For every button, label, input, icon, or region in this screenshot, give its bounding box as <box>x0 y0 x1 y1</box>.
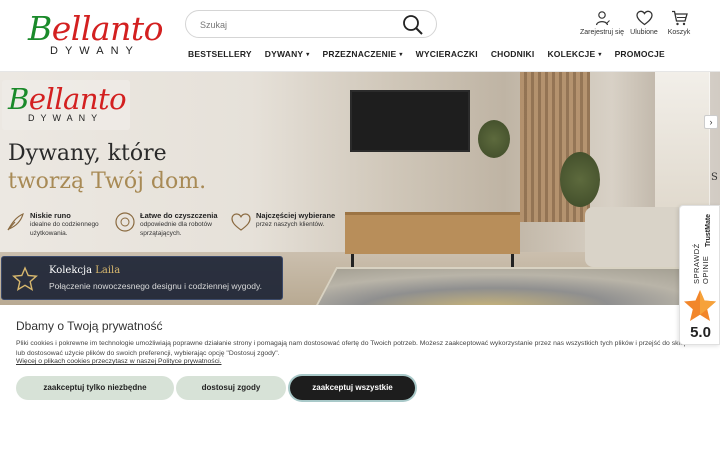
trustmate-label: SPRAWDŹ OPINIE TrustMate <box>684 214 718 284</box>
site-header: Bellanto DYWANY Zarejestruj się Ulubione… <box>0 0 720 72</box>
heart-outline-icon <box>231 213 251 231</box>
nav-item-chodniki[interactable]: CHODNIKI <box>491 47 535 61</box>
headline-line-1: Dywany, które <box>8 141 167 166</box>
cart-link[interactable]: Koszyk <box>664 10 694 36</box>
customize-consent-button[interactable]: dostosuj zgody <box>176 376 286 400</box>
logo-wordmark: Bellanto <box>28 9 164 48</box>
hero-window <box>655 72 710 212</box>
collection-name: Laila <box>95 265 121 276</box>
collection-desc: Połączenie nowoczesnego designu i codzie… <box>49 281 262 291</box>
cookie-title: Dbamy o Twoją prywatność <box>16 319 163 333</box>
feature-low-pile: Niskie runo idealne do codziennego użytk… <box>4 211 99 238</box>
nav-item-dywany[interactable]: DYWANY ▾ <box>265 47 310 61</box>
accept-all-button[interactable]: zaakceptuj wszystkie <box>290 376 415 400</box>
trustmate-score: 5.0 <box>690 324 711 341</box>
register-link[interactable]: Zarejestruj się <box>578 10 626 36</box>
privacy-policy-link[interactable]: Więcej o plikach cookies przeczytasz w n… <box>16 358 222 365</box>
heart-icon <box>635 10 653 26</box>
nav-label: PROMOCJE <box>614 49 665 59</box>
hero-plant <box>478 120 510 158</box>
chevron-down-icon: ▾ <box>399 51 403 58</box>
nav-item-przeznaczenie[interactable]: PRZEZNACZENIE ▾ <box>323 47 403 61</box>
chevron-down-icon: ▾ <box>306 51 310 58</box>
trustmate-line-2: TrustMate <box>705 214 712 248</box>
hero-cabinet <box>345 212 520 268</box>
search-input[interactable] <box>200 16 390 34</box>
cart-label: Koszyk <box>667 29 691 36</box>
feature-title: Niskie runo <box>30 211 71 220</box>
nav-label: PRZEZNACZENIE <box>322 49 397 59</box>
feature-desc: użytkowania. <box>30 229 68 237</box>
nav-label: WYCIERACZKI <box>415 49 478 59</box>
collection-card[interactable]: Kolekcja Laila Połączenie nowoczesnego d… <box>1 256 283 300</box>
star-icon <box>684 290 716 321</box>
feature-title: Łatwe do czyszczenia <box>140 211 218 220</box>
feature-desc: sprzątających. <box>140 229 182 237</box>
nav-label: CHODNIKI <box>490 49 535 59</box>
search-bar <box>185 10 437 38</box>
favorites-label: Ulubione <box>630 29 658 36</box>
hero-rug-image <box>293 267 720 305</box>
cookie-banner: Dbamy o Twoją prywatność Pliki cookies i… <box>0 305 720 450</box>
hero-banner[interactable]: Bellanto DYWANY Dywany, które tworzą Twó… <box>0 72 720 305</box>
main-nav: BESTSELLERY DYWANY ▾ PRZEZNACZENIE ▾ WYCIE… <box>188 47 678 61</box>
nav-label: BESTSELLERY <box>188 49 252 59</box>
hero-tv <box>350 90 470 152</box>
hero-headline: Dywany, które tworzą Twój dom. <box>8 140 206 196</box>
feature-most-chosen: Najczęściej wybierane przez naszych klie… <box>230 211 335 233</box>
nav-item-kolekcje[interactable]: KOLEKCJE ▾ <box>547 47 601 61</box>
hero-plant <box>560 152 600 207</box>
chevron-down-icon: ▾ <box>598 51 602 58</box>
favorites-link[interactable]: Ulubione <box>628 10 660 36</box>
search-icon[interactable] <box>402 14 424 36</box>
register-label: Zarejestruj się <box>580 29 624 36</box>
feature-easy-clean: Łatwe do czyszczenia odpowiednie dla rob… <box>114 211 218 238</box>
logo-text: ellanto <box>51 9 164 48</box>
slider-next-button[interactable]: › <box>704 115 718 129</box>
nav-item-promocje[interactable]: PROMOCJE <box>615 47 665 61</box>
feather-icon <box>7 212 24 231</box>
user-icon <box>595 11 610 26</box>
accept-necessary-button[interactable]: zaakceptuj tylko niezbędne <box>16 376 174 400</box>
headline-line-2: tworzą Twój dom. <box>8 169 207 194</box>
hero-logo: Bellanto DYWANY <box>2 80 130 130</box>
feature-desc: przez naszych klientów. <box>256 221 325 228</box>
feature-title: Najczęściej wybierane <box>256 211 336 220</box>
feature-desc: odpowiednie dla robotów <box>140 221 212 228</box>
nav-label: KOLEKCJE <box>547 49 596 59</box>
cookie-text: Pliki cookies i pokrewne im technologie … <box>16 340 692 357</box>
nav-item-bestsellery[interactable]: BESTSELLERY <box>188 47 252 61</box>
cart-icon <box>671 10 688 26</box>
hero-logo-wordmark: Bellanto <box>8 84 130 114</box>
collection-title: Kolekcja Laila <box>49 265 120 276</box>
nav-item-wycieraczki[interactable]: WYCIERACZKI <box>416 47 478 61</box>
next-slide-text: S <box>711 172 718 183</box>
site-logo[interactable]: Bellanto DYWANY <box>28 9 164 58</box>
logo-letter: B <box>28 9 52 48</box>
logo-text: ellanto <box>28 82 127 116</box>
logo-letter: B <box>8 82 29 116</box>
trustmate-widget[interactable]: SPRAWDŹ OPINIE TrustMate 5.0 <box>679 205 720 345</box>
robot-vacuum-icon <box>115 212 135 232</box>
collection-prefix: Kolekcja <box>49 265 96 276</box>
star-outline-icon <box>12 266 38 291</box>
feature-desc: idealne do codziennego <box>30 221 99 228</box>
nav-label: DYWANY <box>264 49 304 59</box>
